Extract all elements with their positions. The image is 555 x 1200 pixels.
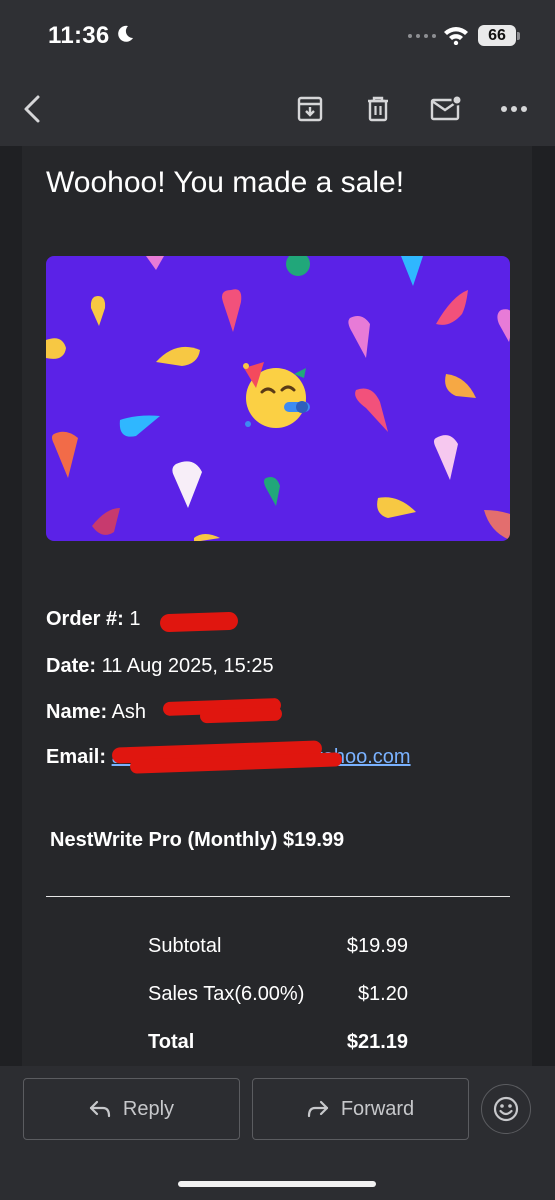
confetti-illustration xyxy=(46,256,510,541)
redaction-mark xyxy=(199,706,283,724)
smiley-icon xyxy=(493,1096,519,1122)
cellular-signal-icon xyxy=(408,34,436,38)
more-icon[interactable] xyxy=(498,93,530,125)
forward-icon xyxy=(307,1100,328,1118)
celebration-banner xyxy=(46,256,510,541)
divider xyxy=(46,896,510,897)
date-row: Date: 11 Aug 2025, 15:25 xyxy=(46,655,274,678)
moon-icon xyxy=(118,25,133,42)
total-label: Total xyxy=(148,1031,195,1053)
email-headline: Woohoo! You made a sale! xyxy=(46,166,405,199)
date-value: 11 Aug 2025, 15:25 xyxy=(101,655,274,677)
sales-tax-value: $1.20 xyxy=(357,983,408,1005)
email-label: Email: xyxy=(46,746,107,768)
reply-button[interactable]: Reply xyxy=(23,1078,240,1140)
email-toolbar xyxy=(0,74,555,146)
forward-button[interactable]: Forward xyxy=(252,1078,469,1140)
total-value: $21.19 xyxy=(346,1031,408,1053)
subtotal-label: Subtotal xyxy=(148,935,222,957)
order-number-label: Order #: xyxy=(46,608,124,630)
product-line: NestWrite Pro (Monthly) $19.99 xyxy=(50,829,345,851)
name-value: Ash xyxy=(111,701,147,723)
party-face-icon xyxy=(243,362,310,428)
subtotal-value: $19.99 xyxy=(346,935,408,957)
emoji-reaction-button[interactable] xyxy=(481,1084,531,1134)
order-number-row: Order #: 1 xyxy=(46,608,141,631)
wifi-icon xyxy=(444,27,468,45)
battery-indicator: 66 xyxy=(478,25,516,46)
mark-unread-icon[interactable] xyxy=(430,93,462,125)
battery-tip xyxy=(517,32,520,40)
home-indicator[interactable] xyxy=(178,1181,376,1187)
name-row: Name: Ash xyxy=(46,701,146,724)
date-label: Date: xyxy=(46,655,97,677)
sales-tax-label: Sales Tax(6.00%) xyxy=(148,983,305,1005)
name-label: Name: xyxy=(46,701,108,723)
reply-icon xyxy=(89,1100,111,1118)
status-bar: 11:36 66 xyxy=(0,0,555,74)
archive-icon[interactable] xyxy=(294,93,326,125)
trash-icon[interactable] xyxy=(362,93,394,125)
reply-label: Reply xyxy=(122,1097,175,1120)
order-number-value: 1 xyxy=(129,608,141,630)
back-arrow-icon[interactable] xyxy=(16,93,48,125)
status-time: 11:36 xyxy=(48,22,110,49)
forward-label: Forward xyxy=(340,1097,415,1120)
redaction-mark xyxy=(159,611,239,633)
